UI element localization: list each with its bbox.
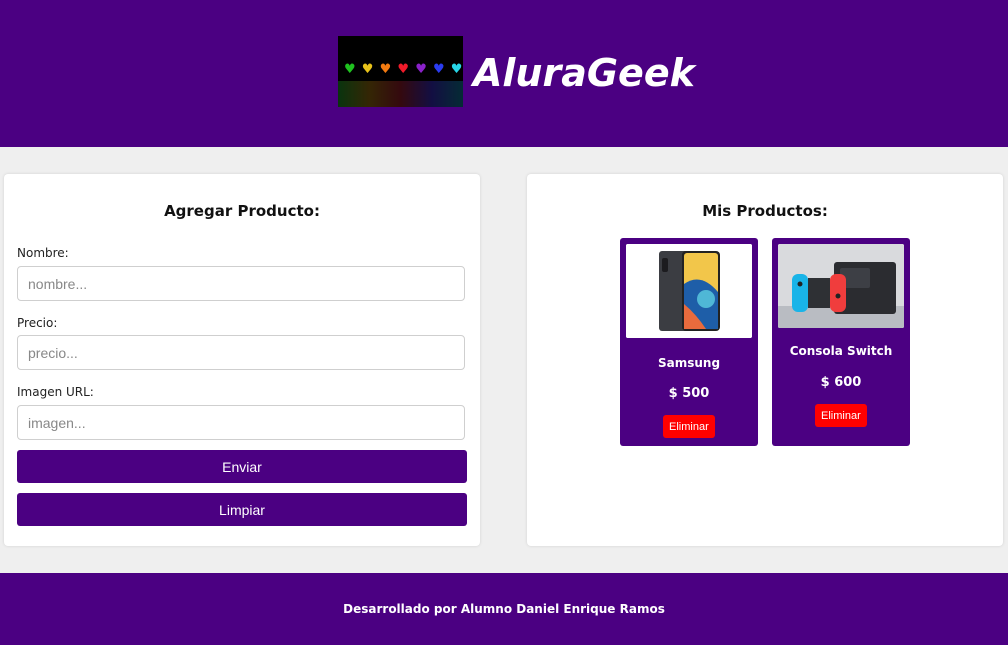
submit-button[interactable]: Enviar — [17, 450, 467, 483]
product-image — [778, 244, 904, 328]
image-url-label: Imagen URL: — [17, 385, 94, 399]
delete-button[interactable]: Eliminar — [663, 415, 715, 438]
heart-icon: ♥ — [379, 62, 393, 77]
name-label: Nombre: — [17, 246, 69, 260]
product-name: Samsung — [657, 356, 721, 370]
products-title: Mis Productos: — [702, 202, 828, 220]
product-price: $ 600 — [820, 375, 862, 390]
product-card: Samsung $ 500 Eliminar — [620, 238, 758, 446]
clear-button[interactable]: Limpiar — [17, 493, 467, 526]
products-card: Mis Productos: Samsung $ 500 Eliminar Co… — [527, 174, 1003, 546]
phone-image-icon — [626, 244, 752, 338]
form-title: Agregar Producto: — [164, 202, 320, 220]
delete-button[interactable]: Eliminar — [815, 404, 867, 427]
image-url-input[interactable] — [17, 405, 465, 440]
product-price: $ 500 — [668, 386, 710, 401]
heart-icon: ♥ — [344, 62, 357, 77]
product-card: Consola Switch $ 600 Eliminar — [772, 238, 910, 446]
site-header: ♥ ♥ ♥ ♥ ♥ ♥ ♥ AluraGeek — [0, 0, 1008, 147]
add-product-card: Agregar Producto: Nombre: Precio: Imagen… — [4, 174, 480, 546]
heart-icon: ♥ — [432, 62, 446, 77]
logo-image: ♥ ♥ ♥ ♥ ♥ ♥ ♥ — [338, 36, 463, 107]
heart-icon: ♥ — [397, 62, 411, 77]
product-image — [626, 244, 752, 338]
heart-icon: ♥ — [361, 62, 375, 77]
logo-hearts: ♥ ♥ ♥ ♥ ♥ ♥ ♥ — [344, 60, 462, 80]
brand-title: AluraGeek — [473, 51, 695, 95]
price-input[interactable] — [17, 335, 465, 370]
heart-icon: ♥ — [415, 62, 428, 77]
product-name: Consola Switch — [789, 344, 893, 358]
heart-icon: ♥ — [450, 62, 463, 77]
name-input[interactable] — [17, 266, 465, 301]
console-image-icon — [778, 244, 904, 328]
site-footer: Desarrollado por Alumno Daniel Enrique R… — [0, 573, 1008, 645]
footer-credit: Desarrollado por Alumno Daniel Enrique R… — [343, 602, 665, 616]
price-label: Precio: — [17, 316, 58, 330]
